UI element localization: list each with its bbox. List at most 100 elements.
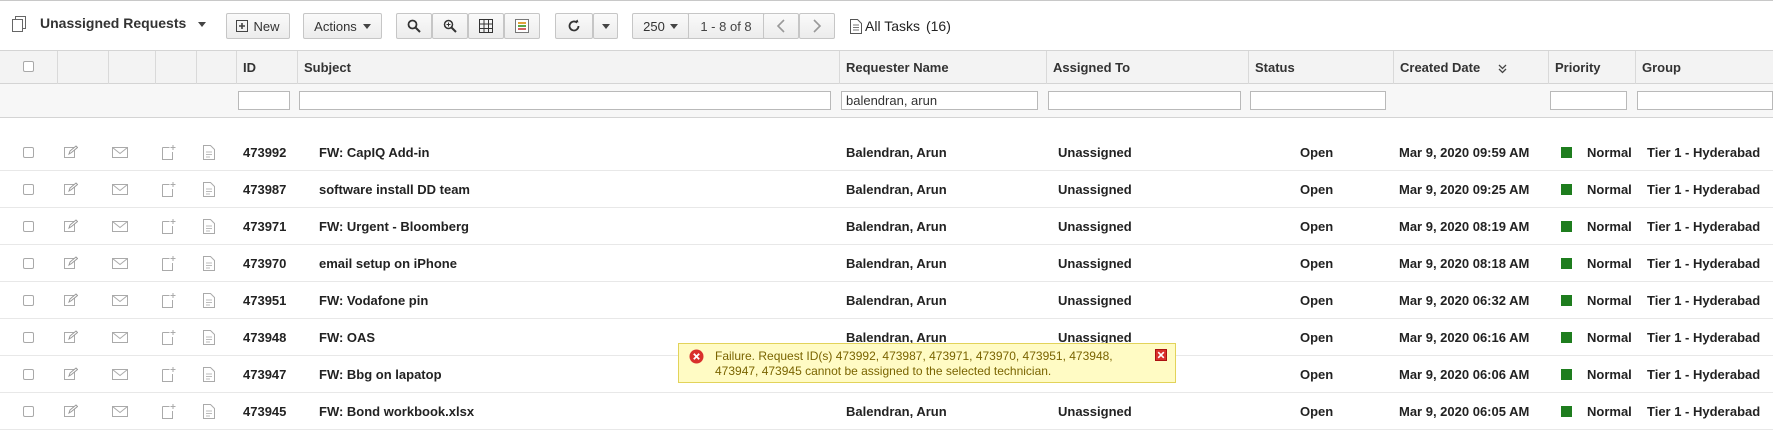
add-note-icon[interactable] <box>162 256 176 271</box>
add-note-icon[interactable] <box>162 219 176 234</box>
request-id[interactable]: 473992 <box>243 134 286 171</box>
notes-icon[interactable] <box>203 145 215 160</box>
request-subject[interactable]: software install DD team <box>319 171 470 208</box>
request-status: Open <box>1300 293 1334 308</box>
request-id[interactable]: 473987 <box>243 171 286 208</box>
request-id[interactable]: 473945 <box>243 393 286 430</box>
edit-icon[interactable] <box>64 330 78 344</box>
table-row[interactable]: 473945 FW: Bond workbook.xlsx Balendran, A… <box>0 393 1773 430</box>
edit-icon[interactable] <box>64 367 78 381</box>
edit-icon[interactable] <box>64 219 78 233</box>
requester-filter-input[interactable] <box>841 91 1038 110</box>
page-range-label: 1 - 8 of 8 <box>700 18 752 34</box>
view-list-icon[interactable] <box>12 16 26 32</box>
request-id[interactable]: 473951 <box>243 282 286 319</box>
legend-button[interactable] <box>504 13 540 39</box>
subject-filter-input[interactable] <box>299 91 831 110</box>
mail-icon[interactable] <box>112 404 128 418</box>
request-subject[interactable]: FW: Bbg on lapatop <box>319 356 442 393</box>
notes-icon[interactable] <box>203 404 215 419</box>
close-icon[interactable] <box>1155 349 1167 361</box>
columns-button[interactable] <box>468 13 504 39</box>
id-filter-input[interactable] <box>238 91 290 110</box>
column-header-priority[interactable]: Priority <box>1549 51 1636 84</box>
page-size-select[interactable]: 250 <box>632 13 689 39</box>
request-subject[interactable]: FW: Bond workbook.xlsx <box>319 393 474 430</box>
refresh-options-button[interactable] <box>593 13 618 39</box>
select-all-checkbox[interactable] <box>23 61 34 72</box>
request-id[interactable]: 473947 <box>243 356 286 393</box>
column-header-assigned[interactable]: Assigned To <box>1047 51 1249 84</box>
next-page-button[interactable] <box>799 13 835 39</box>
advanced-search-button[interactable] <box>432 13 468 39</box>
add-note-icon[interactable] <box>162 330 176 345</box>
request-id[interactable]: 473948 <box>243 319 286 356</box>
row-checkbox[interactable] <box>23 258 34 269</box>
assigned-to: Unassigned <box>1058 145 1132 160</box>
assigned-to: Unassigned <box>1058 293 1132 308</box>
group-filter-input[interactable] <box>1637 91 1773 110</box>
all-tasks-link[interactable]: All Tasks (16) <box>850 18 951 34</box>
request-subject[interactable]: FW: CapIQ Add-in <box>319 134 429 171</box>
mail-icon[interactable] <box>112 293 128 307</box>
new-button[interactable]: New <box>226 13 290 39</box>
search-button[interactable] <box>396 13 432 39</box>
add-note-icon[interactable] <box>162 367 176 382</box>
column-header-created[interactable]: Created Date <box>1394 51 1549 84</box>
mail-icon[interactable] <box>112 145 128 159</box>
request-subject[interactable]: FW: Vodafone pin <box>319 282 428 319</box>
row-checkbox[interactable] <box>23 406 34 417</box>
actions-button[interactable]: Actions <box>303 13 382 39</box>
edit-icon[interactable] <box>64 145 78 159</box>
notes-icon[interactable] <box>203 219 215 234</box>
table-row[interactable]: 473992 FW: CapIQ Add-in Balendran, Arun Una… <box>0 134 1773 171</box>
row-checkbox[interactable] <box>23 147 34 158</box>
edit-icon[interactable] <box>64 404 78 418</box>
add-note-icon[interactable] <box>162 404 176 419</box>
table-row[interactable]: 473971 FW: Urgent - Bloomberg Balendran, A… <box>0 208 1773 245</box>
request-status: Open <box>1300 404 1334 419</box>
refresh-button[interactable] <box>555 13 593 39</box>
table-row[interactable]: 473970 email setup on iPhone Balendran, Ar… <box>0 245 1773 282</box>
notes-icon[interactable] <box>203 182 215 197</box>
request-subject[interactable]: email setup on iPhone <box>319 245 457 282</box>
request-id[interactable]: 473971 <box>243 208 286 245</box>
row-checkbox[interactable] <box>23 332 34 343</box>
table-row[interactable]: 473951 FW: Vodafone pin Balendran, Arun Una… <box>0 282 1773 319</box>
mail-icon[interactable] <box>112 182 128 196</box>
mail-icon[interactable] <box>112 367 128 381</box>
edit-icon[interactable] <box>64 293 78 307</box>
add-note-icon[interactable] <box>162 182 176 197</box>
edit-icon[interactable] <box>64 256 78 270</box>
column-header-group[interactable]: Group <box>1636 51 1773 84</box>
request-id[interactable]: 473970 <box>243 245 286 282</box>
notes-icon[interactable] <box>203 293 215 308</box>
edit-icon[interactable] <box>64 182 78 196</box>
request-subject[interactable]: FW: Urgent - Bloomberg <box>319 208 469 245</box>
row-checkbox[interactable] <box>23 295 34 306</box>
priority-filter-input[interactable] <box>1550 91 1627 110</box>
column-header-requester[interactable]: Requester Name <box>840 51 1047 84</box>
table-row[interactable]: 473987 software install DD team Balendran,… <box>0 171 1773 208</box>
notes-icon[interactable] <box>203 330 215 345</box>
row-checkbox[interactable] <box>23 221 34 232</box>
status-filter-input[interactable] <box>1250 91 1386 110</box>
request-subject[interactable]: FW: OAS <box>319 319 375 356</box>
add-note-icon[interactable] <box>162 293 176 308</box>
row-checkbox[interactable] <box>23 369 34 380</box>
column-header-id[interactable]: ID <box>237 51 298 84</box>
mail-icon[interactable] <box>112 219 128 233</box>
notes-icon[interactable] <box>203 367 215 382</box>
mail-icon[interactable] <box>112 330 128 344</box>
assigned-filter-input[interactable] <box>1048 91 1241 110</box>
chevron-down-icon <box>362 23 371 29</box>
previous-page-button[interactable] <box>763 13 799 39</box>
row-checkbox[interactable] <box>23 184 34 195</box>
add-note-icon[interactable] <box>162 145 176 160</box>
column-header-status[interactable]: Status <box>1249 51 1394 84</box>
column-header-subject[interactable]: Subject <box>298 51 840 84</box>
mail-icon[interactable] <box>112 256 128 270</box>
notes-icon[interactable] <box>203 256 215 271</box>
request-status: Open <box>1300 145 1334 160</box>
view-selector[interactable]: Unassigned Requests <box>40 15 207 31</box>
